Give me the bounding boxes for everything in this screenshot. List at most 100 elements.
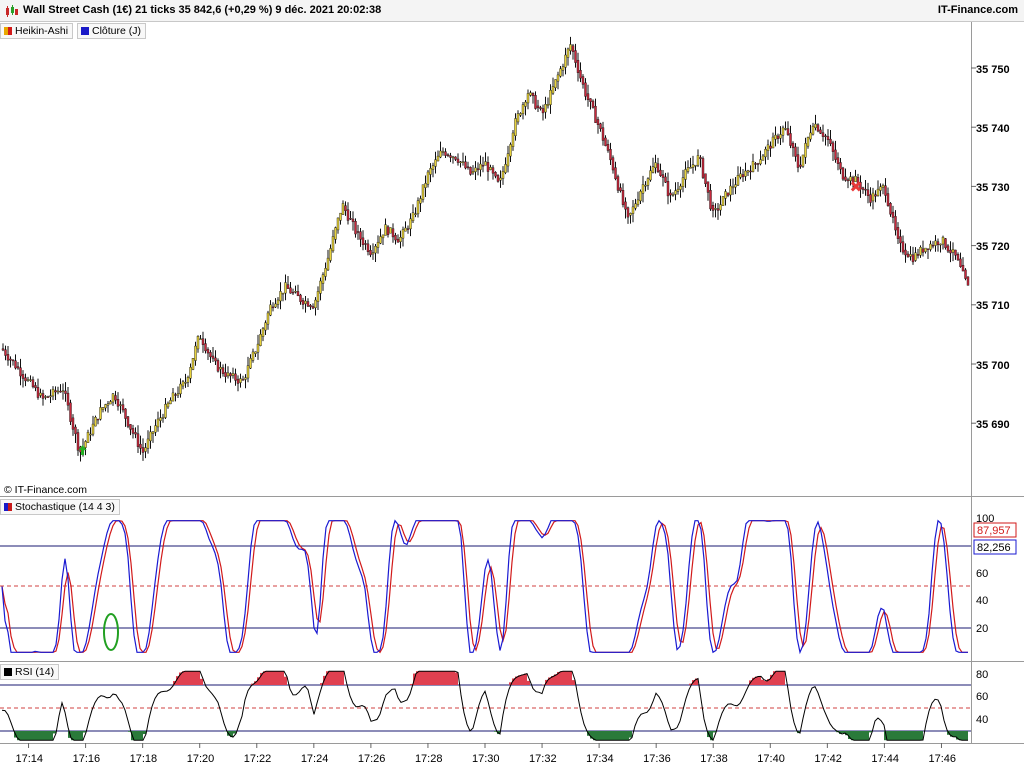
candle-body xyxy=(206,349,210,354)
candle-body xyxy=(494,171,497,177)
candle-body xyxy=(886,193,890,206)
price-tick: 35 700 xyxy=(976,360,1010,372)
candle-body xyxy=(574,50,577,63)
rsi-oversold-fill xyxy=(596,731,599,741)
rsi-overbought-fill xyxy=(281,671,284,685)
sell-cross-stroke xyxy=(850,181,861,192)
candle-body xyxy=(719,204,722,211)
legend-rsi[interactable]: RSI (14) xyxy=(0,664,60,680)
rsi-oversold-fill xyxy=(863,731,866,741)
candle-body xyxy=(534,95,537,109)
candle-body xyxy=(889,203,892,215)
candle-body xyxy=(364,243,367,245)
rsi-oversold-fill xyxy=(836,731,839,733)
rsi-overbought-fill xyxy=(692,680,695,685)
candle-body xyxy=(399,237,402,242)
rsi-oversold-fill xyxy=(617,731,620,741)
candle-body xyxy=(896,227,900,239)
candle-body xyxy=(151,431,155,434)
price-tick: 35 750 xyxy=(976,64,1010,76)
candle-body xyxy=(74,426,77,435)
stoch-tick: 40 xyxy=(976,595,988,607)
candle-body xyxy=(179,383,182,395)
candle-body xyxy=(699,157,702,159)
candle-body xyxy=(751,161,755,172)
candle-body xyxy=(284,282,287,294)
rsi-oversold-fill xyxy=(131,731,134,741)
rsi-oversold-fill xyxy=(494,731,497,732)
candle-body xyxy=(146,438,150,449)
candle-body xyxy=(731,186,735,189)
candle-body xyxy=(711,205,715,211)
candle-body xyxy=(666,181,670,197)
candle-body xyxy=(194,345,197,361)
legend-heikin-ashi[interactable]: Heikin-Ashi xyxy=(0,23,74,39)
candle-body xyxy=(904,249,907,256)
candle-body xyxy=(304,300,307,304)
candle-body xyxy=(166,402,170,408)
candle-body xyxy=(356,231,360,233)
candle-body xyxy=(624,201,627,210)
legend-stochastic[interactable]: Stochastique (14 4 3) xyxy=(0,499,120,515)
chart-canvas[interactable]: 35 750 35 740 35 730 35 720 35 710 35 70… xyxy=(0,0,1024,768)
rsi-overbought-fill xyxy=(194,671,197,685)
candle-body xyxy=(809,132,812,140)
candle-body xyxy=(659,169,662,176)
candle-body xyxy=(914,252,917,261)
candle-body xyxy=(346,209,350,221)
rsi-oversold-fill xyxy=(962,731,965,741)
candle-body xyxy=(549,90,552,105)
candle-body xyxy=(781,127,785,136)
candle-body xyxy=(749,170,752,173)
candle-body xyxy=(176,393,180,396)
rsi-overbought-fill xyxy=(416,671,419,685)
candle-body xyxy=(636,199,640,205)
legend-close-label: Clôture (J) xyxy=(92,25,142,37)
candle-body xyxy=(396,238,400,243)
candle-body xyxy=(604,137,607,147)
price-axis: 35 750 35 740 35 730 35 720 35 710 35 70… xyxy=(976,64,1010,431)
time-axis: 17:14 17:16 17:18 17:20 17:22 17:24 17:26 17:28… xyxy=(16,743,956,765)
candle-body xyxy=(531,92,535,97)
rsi-overbought-fill xyxy=(761,679,764,685)
rsi-oversold-fill xyxy=(713,731,716,733)
candle-body xyxy=(639,191,642,202)
rsi-oversold-fill xyxy=(41,731,44,741)
rsi-oversold-fill xyxy=(920,731,923,741)
candle-body xyxy=(521,104,525,114)
candle-body xyxy=(156,418,160,428)
candle-body xyxy=(629,212,632,216)
candle-body xyxy=(566,48,570,58)
rsi-oversold-fill xyxy=(608,731,611,741)
rsi-oversold-fill xyxy=(602,731,605,741)
candle-body xyxy=(344,205,347,211)
brand-label[interactable]: IT-Finance.com xyxy=(938,4,1018,16)
rsi-overbought-fill xyxy=(176,676,179,685)
candle-body xyxy=(541,108,545,114)
candle-body xyxy=(544,104,547,113)
candle-body xyxy=(649,170,652,181)
rsi-overbought-fill xyxy=(185,671,188,685)
candle-body xyxy=(579,70,582,79)
candle-body xyxy=(701,158,705,178)
candle-body xyxy=(164,404,167,418)
rsi-overbought-fill xyxy=(332,671,335,685)
candle-body xyxy=(684,169,687,180)
stoch-value-red: 87,957 xyxy=(977,525,1011,537)
candle-body xyxy=(741,174,745,178)
time-tick: 17:36 xyxy=(643,753,671,765)
candle-body xyxy=(529,92,532,96)
candle-body xyxy=(21,374,25,379)
time-tick: 17:46 xyxy=(928,753,956,765)
rsi-overbought-fill xyxy=(251,683,254,685)
candle-body xyxy=(89,433,92,436)
candle-body xyxy=(351,218,355,223)
time-tick: 17:24 xyxy=(301,753,329,765)
candle-body xyxy=(49,395,52,398)
candle-body xyxy=(764,149,767,158)
rsi-oversold-fill xyxy=(887,731,890,741)
rsi-overbought-fill xyxy=(572,680,575,685)
candle-body xyxy=(431,165,435,170)
legend-close[interactable]: Clôture (J) xyxy=(77,23,147,39)
candle-body xyxy=(231,373,235,376)
